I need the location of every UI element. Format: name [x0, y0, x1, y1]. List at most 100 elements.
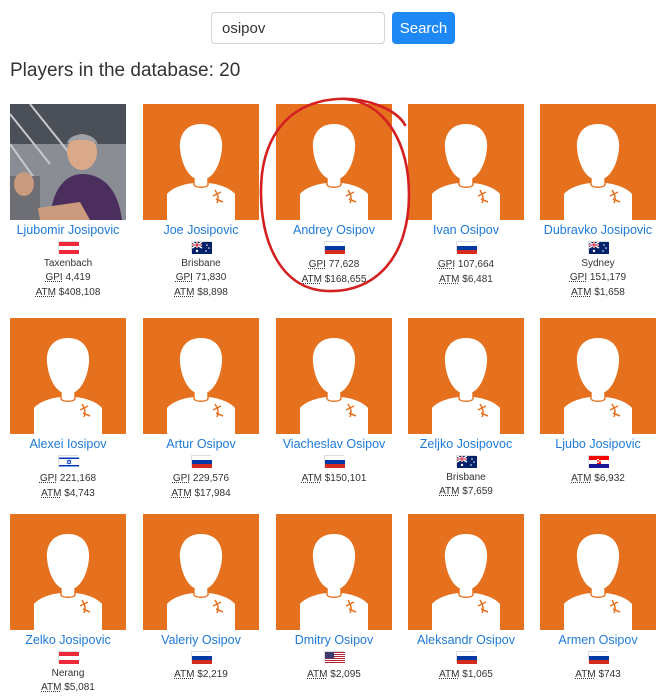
player-card: Valeriy Osipov ATM $2,219	[143, 514, 259, 682]
atm-value: $2,219	[197, 669, 228, 680]
player-city: Sydney	[581, 258, 615, 269]
player-atm: ATM $1,065	[408, 667, 524, 682]
gpi-value: 71,830	[195, 272, 227, 283]
atm-label: ATM	[439, 274, 460, 285]
player-avatar[interactable]	[143, 104, 259, 220]
player-gpi: GPI 151,179	[540, 270, 656, 285]
player-card: Ljubomir Josipovic Taxenbach GPI 4,419 ATM …	[10, 104, 126, 300]
russia-flag-icon	[588, 651, 609, 664]
highlight-circle	[259, 97, 411, 293]
player-name-link[interactable]: Viacheslav Osipov	[276, 437, 392, 451]
atm-value: $1,065	[462, 669, 493, 680]
player-name-link[interactable]: Zeljko Josipovoc	[408, 437, 524, 451]
player-card: Ljubo Josipovic ATM $6,932	[540, 318, 656, 486]
gpi-label: GPI	[175, 272, 193, 283]
atm-value: $743	[598, 669, 621, 680]
austria-flag-icon	[58, 651, 79, 664]
atm-value: $8,898	[197, 287, 228, 298]
atm-label: ATM	[171, 488, 192, 499]
player-avatar[interactable]	[540, 104, 656, 220]
player-card: Ivan Osipov GPI 107,664 ATM $6,481	[408, 104, 524, 287]
russia-flag-icon	[191, 455, 212, 468]
player-city: Taxenbach	[43, 258, 93, 269]
player-name-link[interactable]: Ivan Osipov	[408, 223, 524, 237]
russia-flag-icon	[456, 651, 477, 664]
player-gpi: GPI 71,830	[143, 270, 259, 285]
atm-value: $6,932	[594, 473, 625, 484]
player-name-link[interactable]: Ljubomir Josipovic	[10, 223, 126, 237]
player-atm: ATM $2,095	[276, 667, 392, 682]
player-card: Dubravko Josipovic Sydney GPI 151,179 ATM $…	[540, 104, 656, 300]
player-city: Brisbane	[446, 472, 486, 483]
player-name-link[interactable]: Alexei Iosipov	[10, 437, 126, 451]
player-name-link[interactable]: Joe Josipovic	[143, 223, 259, 237]
player-name-link[interactable]: Zelko Josipovic	[10, 633, 126, 647]
gpi-label: GPI	[172, 473, 191, 484]
player-gpi: GPI 4,419	[10, 270, 126, 285]
austria-flag-icon	[58, 241, 79, 254]
player-card: Aleksandr Osipov ATM $1,065	[408, 514, 524, 682]
gpi-label: GPI	[45, 272, 63, 283]
player-avatar[interactable]	[10, 318, 126, 434]
atm-value: $17,984	[194, 488, 231, 499]
player-avatar[interactable]	[408, 514, 524, 630]
player-card: Zeljko Josipovoc Brisbane ATM $7,659	[408, 318, 524, 499]
player-avatar[interactable]	[408, 104, 524, 220]
player-atm: ATM $1,658	[540, 285, 656, 300]
player-avatar[interactable]	[143, 514, 259, 630]
australia-flag-icon	[191, 241, 212, 254]
atm-label: ATM	[571, 287, 592, 298]
player-atm: ATM $6,481	[408, 272, 524, 287]
gpi-value: 4,419	[65, 272, 91, 283]
player-city: Nerang	[51, 668, 85, 679]
atm-value: $5,081	[64, 682, 95, 693]
player-name-link[interactable]: Dubravko Josipovic	[540, 223, 656, 237]
player-atm: ATM $743	[540, 667, 656, 682]
atm-value: $6,481	[462, 274, 493, 285]
player-card: Alexei Iosipov GPI 221,168 ATM $4,743	[10, 318, 126, 501]
player-card: Joe Josipovic Brisbane GPI 71,830 ATM $8,89…	[143, 104, 259, 300]
player-atm: ATM $2,219	[143, 667, 259, 682]
player-name-link[interactable]: Valeriy Osipov	[143, 633, 259, 647]
atm-value: $408,108	[58, 287, 101, 298]
player-name-link[interactable]: Ljubo Josipovic	[540, 437, 656, 451]
atm-value: $150,101	[324, 473, 367, 484]
player-avatar[interactable]	[143, 318, 259, 434]
player-card: Zelko Josipovic Nerang ATM $5,081	[10, 514, 126, 695]
player-card: Artur Osipov GPI 229,576 ATM $17,984	[143, 318, 259, 501]
atm-value: $4,743	[64, 488, 95, 499]
gpi-label: GPI	[569, 272, 588, 283]
player-card: Dmitry Osipov ATM $2,095	[276, 514, 392, 682]
atm-label: ATM	[35, 287, 56, 298]
player-name-link[interactable]: Armen Osipov	[540, 633, 656, 647]
player-avatar[interactable]	[276, 514, 392, 630]
player-card: Viacheslav Osipov ATM $150,101	[276, 318, 392, 486]
atm-label: ATM	[174, 287, 195, 298]
australia-flag-icon	[588, 241, 609, 254]
atm-label: ATM	[439, 669, 460, 680]
russia-flag-icon	[324, 455, 345, 468]
gpi-label: GPI	[39, 473, 58, 484]
player-avatar[interactable]	[10, 104, 126, 220]
player-name-link[interactable]: Dmitry Osipov	[276, 633, 392, 647]
player-name-link[interactable]: Artur Osipov	[143, 437, 259, 451]
usa-flag-icon	[324, 651, 345, 664]
atm-label: ATM	[575, 669, 596, 680]
atm-label: ATM	[571, 473, 592, 484]
atm-label: ATM	[174, 669, 195, 680]
atm-label: ATM	[41, 682, 62, 693]
player-avatar[interactable]	[10, 514, 126, 630]
player-avatar[interactable]	[276, 318, 392, 434]
gpi-value: 107,664	[457, 259, 495, 270]
gpi-label: GPI	[437, 259, 456, 270]
player-avatar[interactable]	[408, 318, 524, 434]
player-avatar[interactable]	[540, 514, 656, 630]
player-atm: ATM $6,932	[540, 471, 656, 486]
player-avatar[interactable]	[540, 318, 656, 434]
player-gpi: GPI 229,576	[143, 471, 259, 486]
atm-label: ATM	[301, 473, 322, 484]
player-gpi: GPI 107,664	[408, 257, 524, 272]
player-card: Armen Osipov ATM $743	[540, 514, 656, 682]
player-name-link[interactable]: Aleksandr Osipov	[408, 633, 524, 647]
player-atm: ATM $17,984	[143, 486, 259, 501]
